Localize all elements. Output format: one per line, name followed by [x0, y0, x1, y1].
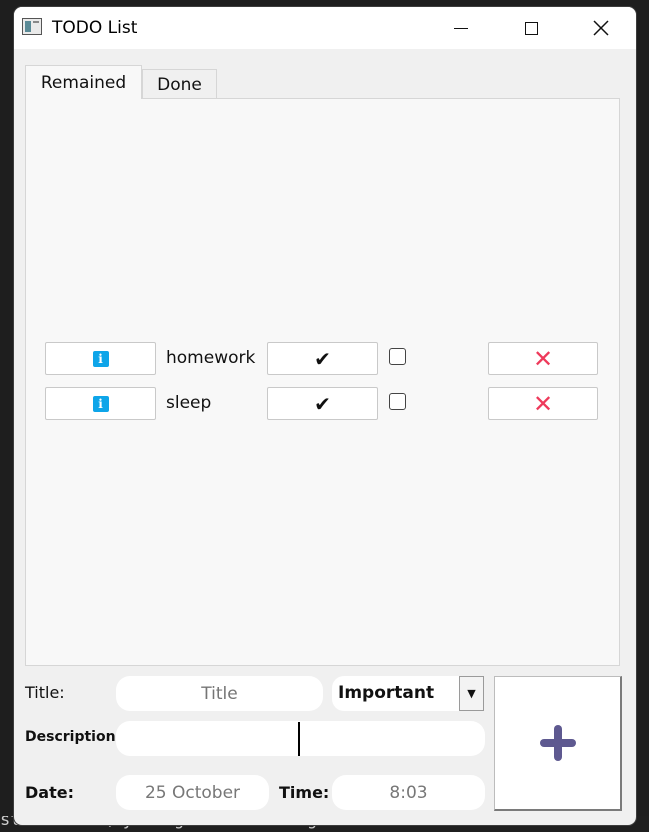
maximize-icon — [524, 21, 538, 35]
title-label: Title: — [25, 683, 65, 702]
dropdown-arrow-icon[interactable]: ▼ — [459, 676, 484, 711]
task-done-checkbox[interactable] — [389, 393, 406, 410]
time-label: Time: — [279, 783, 330, 802]
maximize-button[interactable] — [496, 7, 566, 49]
app-window-icon — [22, 18, 42, 35]
task-complete-button[interactable]: ✔ — [267, 387, 378, 420]
add-task-button[interactable] — [494, 676, 622, 811]
minimize-icon — [454, 27, 468, 29]
date-value: 25 October — [144, 782, 241, 803]
remained-tab-panel — [25, 98, 620, 666]
todo-window: TODO List Remained Done i homework ✔ ✕ i… — [14, 7, 636, 825]
window-title: TODO List — [52, 18, 138, 38]
title-input[interactable] — [116, 676, 323, 711]
checkmark-icon: ✔ — [314, 391, 331, 416]
date-label: Date: — [25, 783, 74, 802]
tab-remained[interactable]: Remained — [25, 65, 142, 99]
task-title: sleep — [166, 393, 212, 413]
task-info-button[interactable]: i — [45, 342, 156, 375]
task-complete-button[interactable]: ✔ — [267, 342, 378, 375]
delete-x-icon: ✕ — [532, 389, 554, 418]
description-label: Description: — [25, 729, 122, 745]
minimize-button[interactable] — [426, 7, 496, 49]
task-delete-button[interactable]: ✕ — [488, 387, 598, 420]
priority-selected-value: Important — [338, 683, 435, 703]
close-icon — [593, 20, 609, 36]
background-editor-right — [636, 0, 649, 832]
time-value: 8:03 — [389, 782, 428, 803]
tab-done[interactable]: Done — [142, 69, 217, 99]
task-delete-button[interactable]: ✕ — [488, 342, 598, 375]
checkmark-icon: ✔ — [314, 346, 331, 371]
close-button[interactable] — [566, 7, 636, 49]
title-bar[interactable]: TODO List — [14, 7, 636, 49]
plus-icon — [539, 725, 576, 761]
priority-select[interactable]: Important ▼ — [332, 676, 484, 711]
info-icon: i — [92, 350, 109, 367]
info-icon: i — [92, 395, 109, 412]
description-input[interactable] — [116, 721, 485, 756]
task-title: homework — [166, 348, 256, 368]
date-input[interactable]: 25 October — [116, 775, 269, 810]
text-caret — [298, 722, 300, 756]
task-done-checkbox[interactable] — [389, 348, 406, 365]
delete-x-icon: ✕ — [532, 344, 554, 373]
background-editor-left — [0, 0, 14, 832]
task-info-button[interactable]: i — [45, 387, 156, 420]
time-input[interactable]: 8:03 — [332, 775, 485, 810]
